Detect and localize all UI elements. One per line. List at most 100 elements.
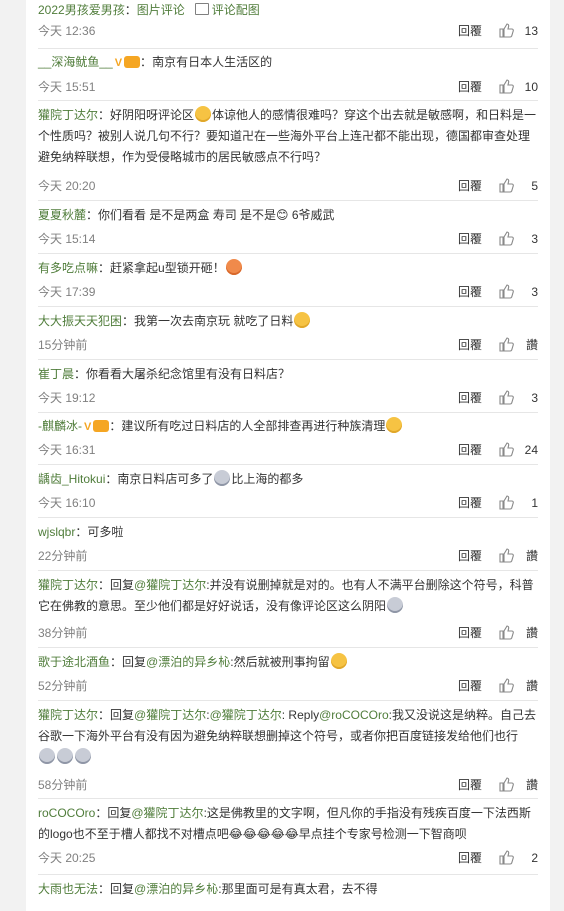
mention-link[interactable]: @獾院丁达尔: [134, 708, 206, 722]
comment-item: 歌于途北酒鱼：回复@漂泊的异乡杺:然后就被刑事拘留 52分钟前 回覆 讚: [38, 652, 538, 693]
comment-username[interactable]: 夏夏秋麓: [38, 208, 86, 222]
mention-link[interactable]: @漂泊的异乡杺: [134, 882, 218, 896]
reply-button[interactable]: 回覆: [458, 624, 482, 642]
comment-body: :那里面可是有真太君，去不得: [218, 882, 378, 896]
like-button[interactable]: 3: [498, 283, 538, 301]
comment-username[interactable]: roCOCOro: [38, 806, 95, 820]
comment-username[interactable]: 有多吃点嘛: [38, 261, 98, 275]
emoji-icon: [225, 259, 242, 275]
comment-body: :然后就被刑事拘留: [230, 655, 330, 669]
like-button[interactable]: 讚: [498, 547, 538, 565]
comment-text: wjslqbr：可多啦: [38, 522, 538, 543]
comment-text: 大大振天天犯困：我第一次去南京玩 就吃了日料: [38, 311, 538, 332]
comment-colon: ：: [98, 882, 111, 896]
thumb-up-icon: [499, 678, 514, 693]
comment-text: 獾院丁达尔：回复@獾院丁达尔:@獾院丁达尔: Reply@roCOCOro:我又…: [38, 705, 538, 768]
image-link[interactable]: 评论配图: [212, 3, 260, 17]
like-count: 讚: [525, 679, 538, 693]
thumb-up-icon: [499, 850, 514, 865]
comment-username[interactable]: 2022男孩爱男孩: [38, 3, 125, 17]
comment-text: 獾院丁达尔：回复@獾院丁达尔:并没有说删掉就是对的。也有人不满平台删除这个符号，…: [38, 575, 538, 617]
thumb-up-icon: [499, 79, 514, 94]
mention-link[interactable]: @獾院丁达尔: [134, 578, 206, 592]
reply-button[interactable]: 回覆: [458, 441, 482, 459]
comment-item: 獾院丁达尔：回复@獾院丁达尔:并没有说删掉就是对的。也有人不满平台删除这个符号，…: [38, 575, 538, 640]
comment-body: 赶紧拿起u型锁开砸！: [110, 261, 225, 275]
like-button[interactable]: 讚: [498, 776, 538, 794]
comment-text: 龋齿_Hitokui：南京日料店可多了 比上海的都多: [38, 469, 538, 490]
reply-button[interactable]: 回覆: [458, 230, 482, 248]
comment-username[interactable]: 大大振天天犯困: [38, 314, 122, 328]
comment-username[interactable]: 崔丁晨: [38, 367, 74, 381]
image-icon: [194, 3, 209, 15]
reply-button[interactable]: 回覆: [458, 336, 482, 354]
reply-button[interactable]: 回覆: [458, 177, 482, 195]
comment-item: 2022男孩爱男孩：图片评论 评论配图 今天 12:36 回覆 13: [38, 0, 538, 38]
comment-meta: 今天 15:51 回覆 10: [38, 78, 538, 96]
comment-meta: 今天 15:14 回覆 3: [38, 230, 538, 248]
like-count: 3: [531, 391, 538, 405]
like-button[interactable]: 13: [498, 22, 538, 40]
emoji-icon: [75, 748, 91, 764]
like-button[interactable]: 讚: [498, 677, 538, 695]
like-button[interactable]: 3: [498, 230, 538, 248]
comment-username[interactable]: __深海鱿鱼__: [38, 55, 113, 69]
mention-link[interactable]: @roCOCOro: [319, 708, 389, 722]
like-button[interactable]: 24: [498, 441, 538, 459]
comment-colon: ：: [98, 261, 111, 275]
comment-body: 图片评论: [136, 3, 185, 17]
reply-button[interactable]: 回覆: [458, 677, 482, 695]
like-button[interactable]: 2: [498, 849, 538, 867]
comment-text: roCOCOro：回复@獾院丁达尔:这是佛教里的文字啊，但凡你的手指没有残疾百度…: [38, 803, 538, 845]
reply-button[interactable]: 回覆: [458, 78, 482, 96]
like-button[interactable]: 讚: [498, 624, 538, 642]
comment-time: 22分钟前: [38, 549, 88, 563]
comment-username[interactable]: 龋齿_Hitokui: [38, 472, 105, 486]
comment-username[interactable]: -麒麟冰-: [38, 419, 82, 433]
comment-text: 大雨也无法：回复@漂泊的异乡杺:那里面可是有真太君，去不得: [38, 879, 538, 900]
emoji-icon: [294, 312, 311, 328]
like-count: 讚: [525, 338, 538, 352]
reply-button[interactable]: 回覆: [458, 389, 482, 407]
comment-colon: ：: [109, 419, 122, 433]
like-button[interactable]: 10: [498, 78, 538, 96]
reply-button[interactable]: 回覆: [458, 283, 482, 301]
like-button[interactable]: 1: [498, 494, 538, 512]
comment-body: 建议所有吃过日料店的人全部排查再进行种族清理: [121, 419, 386, 433]
reply-button[interactable]: 回覆: [458, 849, 482, 867]
comment-meta: 今天 16:31 回覆 24: [38, 441, 538, 459]
like-button[interactable]: 5: [498, 177, 538, 195]
like-count: 13: [524, 24, 538, 38]
mention-link[interactable]: @漂泊的异乡杺: [146, 655, 230, 669]
comment-username[interactable]: 獾院丁达尔: [38, 708, 98, 722]
reply-button[interactable]: 回覆: [458, 22, 482, 40]
comment-meta: 今天 16:10 回覆 1: [38, 494, 538, 512]
comment-colon: ：: [75, 525, 88, 539]
comment-item: 崔丁晨：你看看大屠杀纪念馆里有没有日料店？ 今天 19:12 回覆 3: [38, 364, 538, 405]
comment-colon: ：: [124, 3, 137, 17]
reply-button[interactable]: 回覆: [458, 547, 482, 565]
mention-link[interactable]: @獾院丁达尔: [210, 708, 282, 722]
comment-body: 好阴阳呀评论区: [110, 108, 195, 122]
comment-body: 比上海的都多: [231, 472, 304, 486]
comment-colon: ：: [122, 314, 135, 328]
comment-panel: 2022男孩爱男孩：图片评论 评论配图 今天 12:36 回覆 13 __深海鱿鱼…: [26, 0, 550, 911]
comment-username[interactable]: 獾院丁达尔: [38, 108, 98, 122]
reply-prefix: 回复: [110, 578, 135, 592]
like-button[interactable]: 3: [498, 389, 538, 407]
comment-meta: 58分钟前 回覆 讚: [38, 776, 538, 794]
like-count: 5: [531, 179, 538, 193]
comment-text: 有多吃点嘛：赶紧拿起u型锁开砸！: [38, 258, 538, 279]
reply-button[interactable]: 回覆: [458, 776, 482, 794]
comment-username[interactable]: 大雨也无法: [38, 882, 98, 896]
comment-username[interactable]: wjslqbr: [38, 525, 75, 539]
comment-body: 南京日料店可多了: [117, 472, 214, 486]
comment-time: 今天 12:36: [38, 24, 96, 38]
like-button[interactable]: 讚: [498, 336, 538, 354]
reply-button[interactable]: 回覆: [458, 494, 482, 512]
mention-link[interactable]: @獾院丁达尔: [131, 806, 203, 820]
emoji-icon: [57, 748, 73, 764]
comment-username[interactable]: 獾院丁达尔: [38, 578, 98, 592]
divider: [38, 700, 538, 701]
comment-username[interactable]: 歌于途北酒鱼: [38, 655, 110, 669]
